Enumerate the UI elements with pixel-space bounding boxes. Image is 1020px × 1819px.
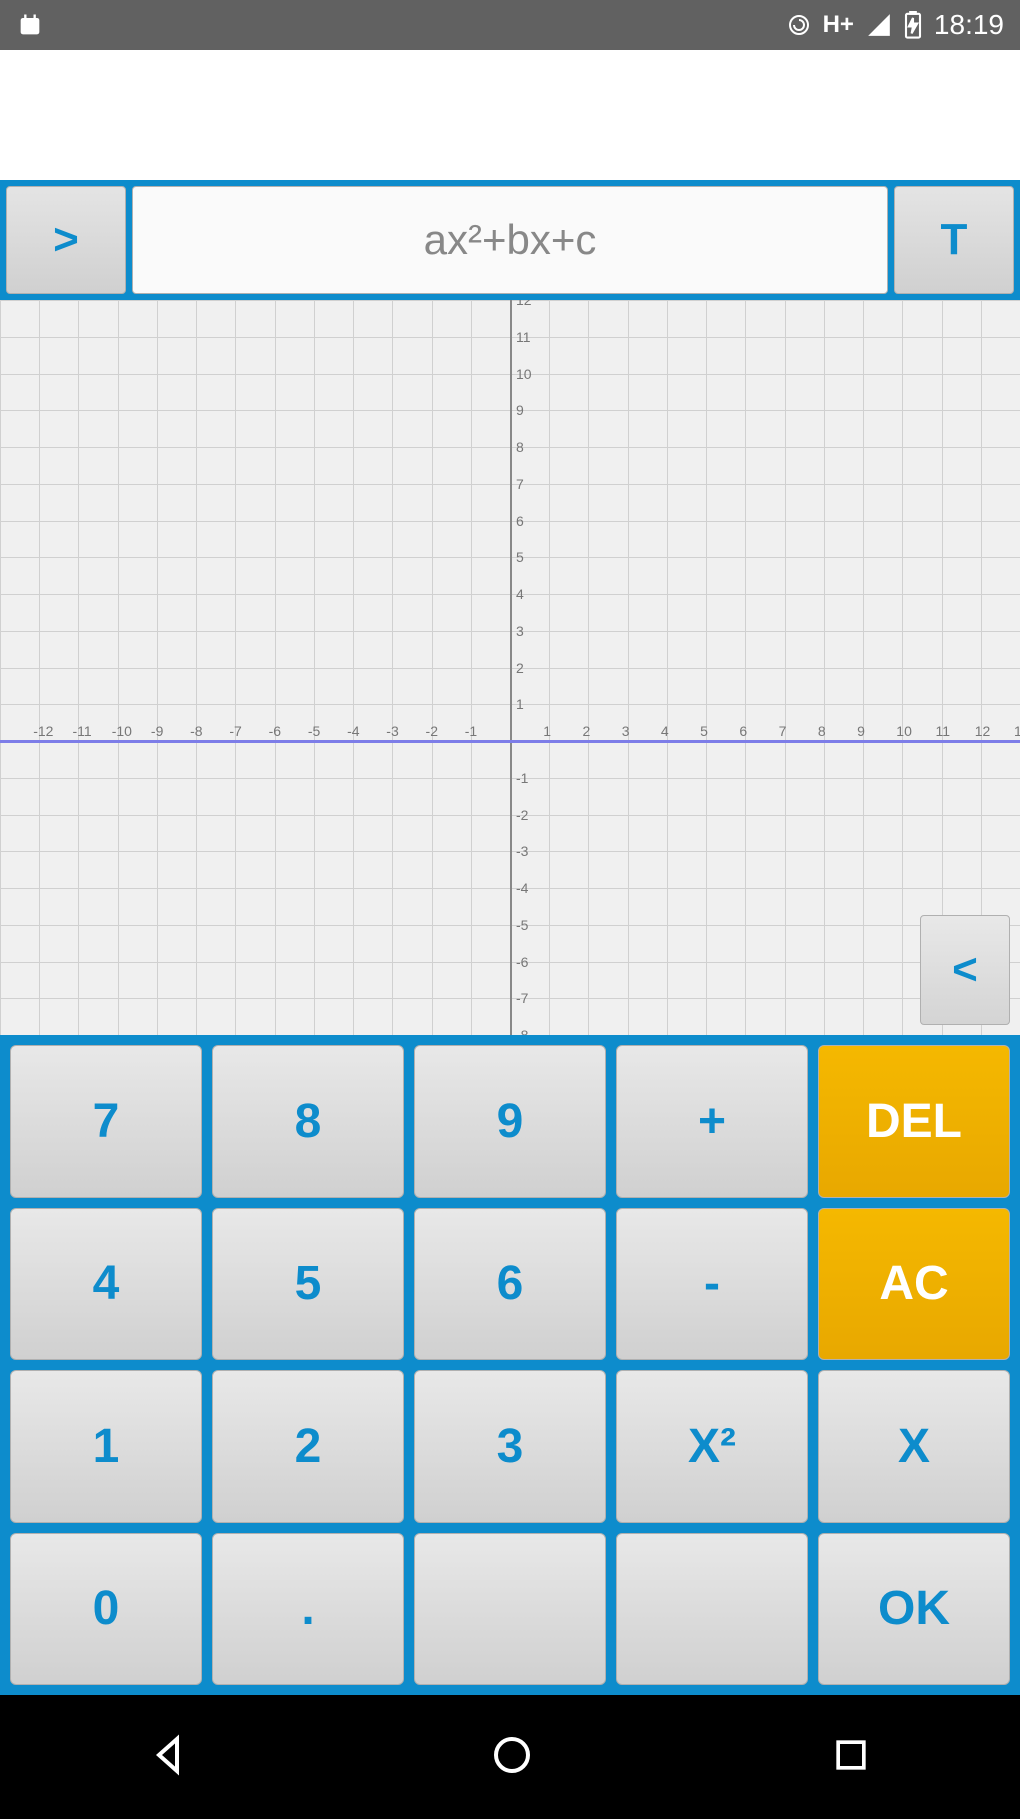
status-bar: H+ 18:19 (0, 0, 1020, 50)
signal-icon (866, 12, 892, 38)
collapse-keypad-button[interactable]: < (920, 915, 1010, 1025)
y-tick-label: 4 (516, 586, 524, 602)
y-tick-label: 8 (516, 439, 524, 455)
y-tick-label: 7 (516, 476, 524, 492)
app-notification-icon (16, 11, 44, 39)
key-[interactable]: - (616, 1208, 808, 1361)
y-tick-label: -4 (516, 880, 528, 896)
key-8[interactable]: 8 (212, 1045, 404, 1198)
x-tick-label: 1 (543, 723, 551, 739)
y-tick-label: -2 (516, 807, 528, 823)
y-tick-label: -3 (516, 843, 528, 859)
x-tick-label: -9 (151, 723, 163, 739)
y-tick-label: 10 (516, 366, 532, 382)
key-[interactable]: + (616, 1045, 808, 1198)
back-button[interactable] (147, 1731, 195, 1784)
network-type: H+ (823, 11, 854, 39)
x-tick-label: -6 (269, 723, 281, 739)
x-tick-label: -2 (426, 723, 438, 739)
key-3[interactable]: 3 (414, 1370, 606, 1523)
y-tick-label: 1 (516, 696, 524, 712)
y-tick-label: -1 (516, 770, 528, 786)
key-empty (616, 1533, 808, 1686)
y-tick-label: -7 (516, 990, 528, 1006)
y-tick-label: 9 (516, 402, 524, 418)
key-0[interactable]: 0 (10, 1533, 202, 1686)
clock-time: 18:19 (934, 9, 1004, 41)
battery-icon (904, 11, 922, 39)
keypad: 789+DEL 456-AC 123X²X 0. OK (0, 1035, 1020, 1695)
key-ac[interactable]: AC (818, 1208, 1010, 1361)
x-tick-label: 3 (622, 723, 630, 739)
x-tick-label: -3 (386, 723, 398, 739)
plot-curve (0, 740, 1020, 743)
x-tick-label: 13 (1014, 723, 1020, 739)
key-x[interactable]: X² (616, 1370, 808, 1523)
y-tick-label: 5 (516, 549, 524, 565)
key-x[interactable]: X (818, 1370, 1010, 1523)
x-tick-label: -4 (347, 723, 359, 739)
key-9[interactable]: 9 (414, 1045, 606, 1198)
x-tick-label: 5 (700, 723, 708, 739)
sync-icon (787, 13, 811, 37)
x-tick-label: -12 (33, 723, 53, 739)
x-tick-label: -10 (112, 723, 132, 739)
key-[interactable]: . (212, 1533, 404, 1686)
x-tick-label: -7 (229, 723, 241, 739)
x-tick-label: 4 (661, 723, 669, 739)
home-button[interactable] (488, 1731, 536, 1784)
x-tick-label: 8 (818, 723, 826, 739)
mode-button[interactable]: T (894, 186, 1014, 294)
x-tick-label: -5 (308, 723, 320, 739)
x-tick-label: 6 (739, 723, 747, 739)
y-tick-label: -8 (516, 1027, 528, 1035)
expand-button[interactable]: > (6, 186, 126, 294)
key-2[interactable]: 2 (212, 1370, 404, 1523)
expression-input[interactable]: ax²+bx+c (132, 186, 888, 294)
android-nav-bar (0, 1695, 1020, 1819)
key-4[interactable]: 4 (10, 1208, 202, 1361)
y-tick-label: 2 (516, 660, 524, 676)
expression-input-bar: > ax²+bx+c T (0, 180, 1020, 300)
key-1[interactable]: 1 (10, 1370, 202, 1523)
key-del[interactable]: DEL (818, 1045, 1010, 1198)
y-tick-label: -6 (516, 954, 528, 970)
x-tick-label: 10 (896, 723, 912, 739)
x-tick-label: 11 (936, 723, 951, 739)
y-tick-label: 6 (516, 513, 524, 529)
key-ok[interactable]: OK (818, 1533, 1010, 1686)
key-7[interactable]: 7 (10, 1045, 202, 1198)
x-tick-label: 7 (779, 723, 787, 739)
app-header-blank (0, 50, 1020, 180)
x-tick-label: 12 (975, 723, 991, 739)
y-tick-label: -5 (516, 917, 528, 933)
x-tick-label: -1 (465, 723, 477, 739)
y-tick-label: 11 (516, 329, 531, 345)
x-tick-label: -11 (72, 723, 91, 739)
graph-area[interactable]: 121110987654321-1-2-3-4-5-6-7-8-12-11-10… (0, 300, 1020, 1035)
x-tick-label: -8 (190, 723, 202, 739)
key-empty (414, 1533, 606, 1686)
y-tick-label: 12 (516, 300, 532, 308)
key-6[interactable]: 6 (414, 1208, 606, 1361)
recent-apps-button[interactable] (829, 1733, 873, 1782)
x-tick-label: 2 (582, 723, 590, 739)
key-5[interactable]: 5 (212, 1208, 404, 1361)
x-tick-label: 9 (857, 723, 865, 739)
y-tick-label: 3 (516, 623, 524, 639)
